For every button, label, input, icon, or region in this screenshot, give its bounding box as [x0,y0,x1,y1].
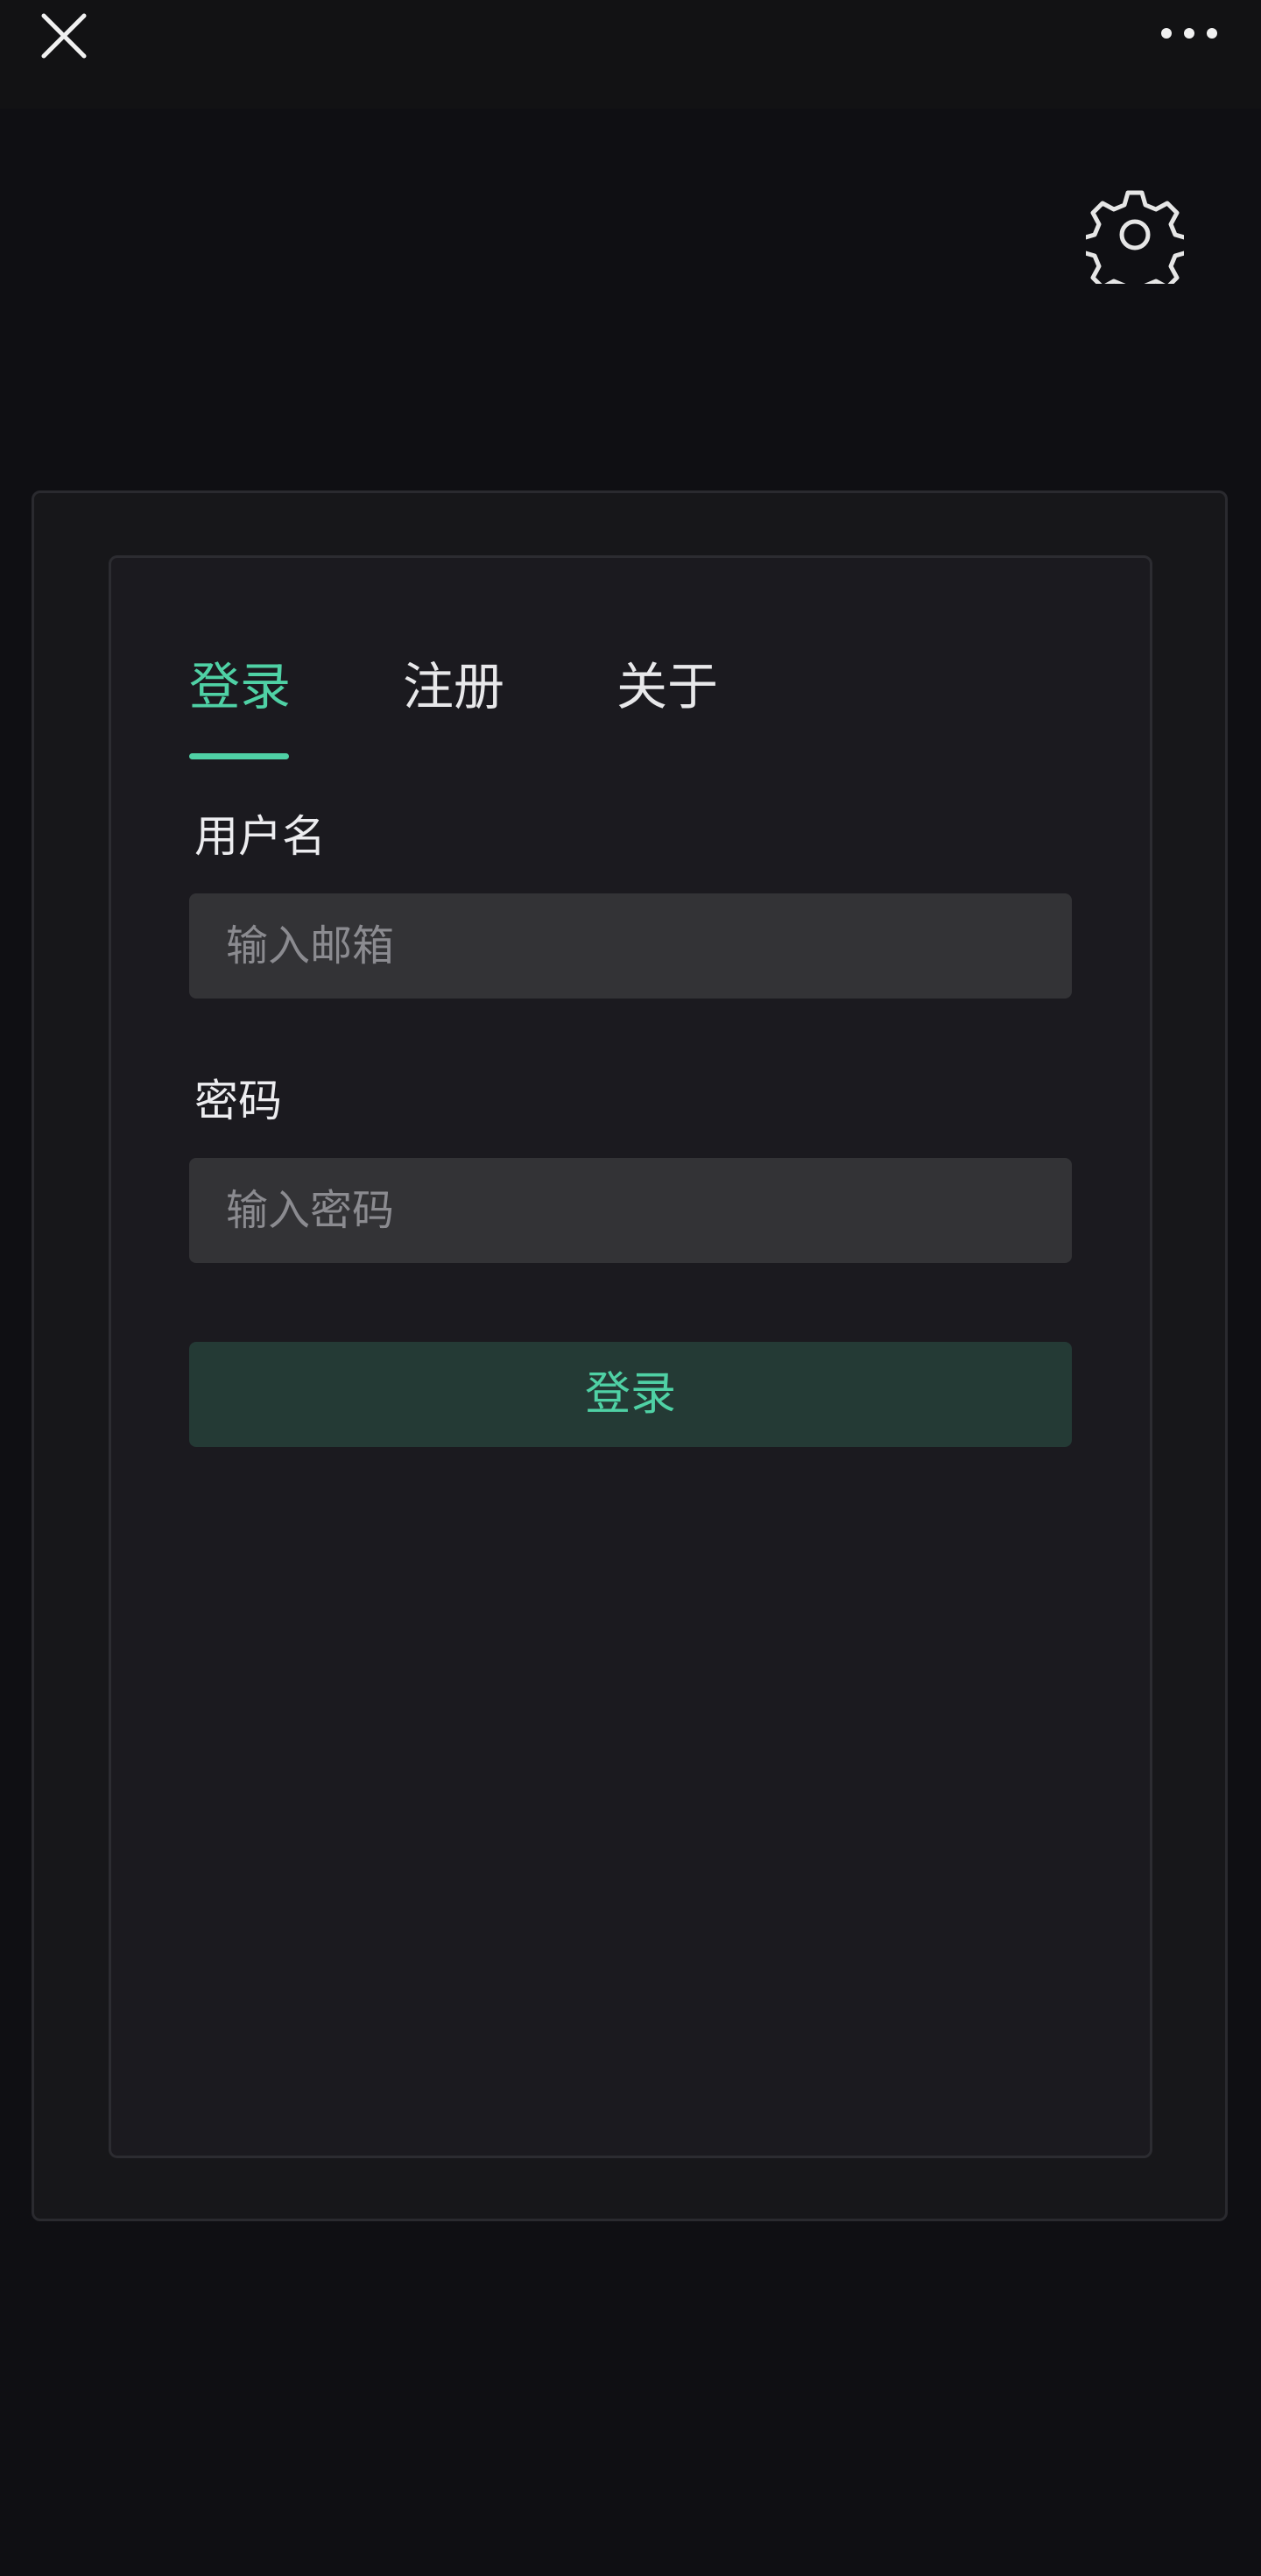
active-tab-indicator [189,753,289,759]
tab-login[interactable]: 登录 [189,650,291,723]
more-options-button[interactable] [1152,9,1229,58]
settings-button[interactable] [1080,186,1190,300]
username-label: 用户名 [194,811,326,862]
tab-about[interactable]: 关于 [616,650,718,723]
close-button[interactable] [33,7,95,68]
close-icon [41,13,87,59]
gear-icon [1080,190,1190,300]
top-app-bar [0,0,1261,109]
tab-register[interactable]: 注册 [403,650,504,723]
password-input[interactable] [189,1158,1072,1263]
more-horizontal-icon [1161,28,1217,39]
email-input[interactable] [189,893,1072,999]
login-button[interactable]: 登录 [189,1342,1072,1447]
password-label: 密码 [194,1076,282,1126]
